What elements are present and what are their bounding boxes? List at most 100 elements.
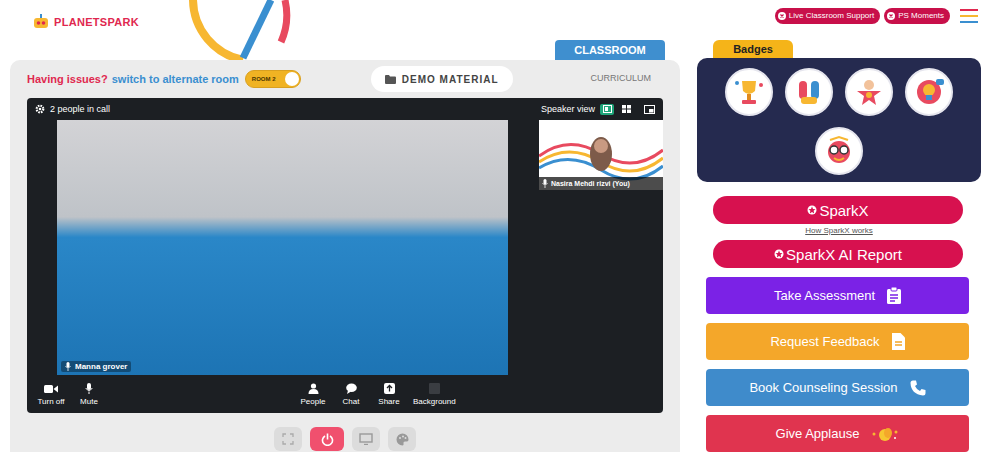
sparkx-label: SparkX AI Report — [786, 246, 902, 263]
close-circle-icon — [887, 12, 895, 20]
room-toggle[interactable]: ROOM 2 — [245, 70, 301, 88]
classroom-panel: Having issues?switch to alternate room RO… — [10, 60, 680, 452]
demo-material-label: DEMO MATERIAL — [402, 74, 499, 85]
call-action[interactable]: People — [299, 383, 327, 406]
action-label: People — [301, 397, 326, 406]
share-icon — [384, 383, 395, 394]
badges-panel — [697, 58, 981, 182]
sparkx-button[interactable]: SparkX AI Report — [713, 240, 963, 268]
monitor-icon — [359, 433, 373, 445]
top-actions: Live Classroom Support PS Moments — [775, 8, 978, 24]
room-control-button[interactable] — [388, 427, 416, 451]
toggle-label: ROOM 2 — [252, 76, 276, 82]
top-pill-button[interactable]: Live Classroom Support — [775, 8, 880, 24]
robot-icon — [32, 14, 50, 30]
room-control-button[interactable] — [352, 427, 380, 451]
chat-icon — [346, 383, 357, 394]
sparkx-help-link[interactable]: How SparkX works — [697, 226, 981, 236]
people-count: 2 people in call — [35, 104, 110, 114]
document-icon — [892, 333, 905, 350]
action-tile[interactable]: Give Applause — [706, 415, 969, 452]
top-pill-label: PS Moments — [898, 11, 944, 21]
sparkx-label: SparkX — [819, 202, 868, 219]
badge[interactable] — [725, 68, 773, 116]
action-label: Share — [378, 397, 399, 406]
spark-icon — [774, 249, 784, 259]
tab-row: CLASSROOM — [10, 40, 680, 60]
gear-icon[interactable] — [35, 104, 45, 114]
video-call: 2 people in call Speaker view Manna grover… — [27, 98, 663, 413]
media-controls: Turn off Mute — [37, 383, 103, 406]
self-participant-tag: Nasira Mehdi rizvi (You) — [539, 177, 663, 190]
media-control[interactable]: Mute — [75, 383, 103, 406]
top-pill-button[interactable]: PS Moments — [884, 8, 950, 24]
toggle-knob — [285, 72, 299, 86]
badge[interactable] — [845, 68, 893, 116]
power-icon — [321, 433, 334, 446]
room-control-button[interactable] — [274, 427, 302, 451]
action-tile[interactable]: Request Feedback — [706, 323, 969, 360]
action-label: Request Feedback — [770, 334, 879, 349]
geek-icon — [822, 134, 856, 168]
alternate-room-link[interactable]: switch to alternate room — [112, 73, 239, 85]
self-participant-name: Nasira Mehdi rizvi (You) — [551, 180, 630, 187]
view-mode-button[interactable] — [600, 104, 614, 115]
popout-icon[interactable] — [644, 105, 655, 114]
action-tile[interactable]: Book Counseling Session — [706, 369, 969, 406]
main-area: CLASSROOMHaving issues?switch to alterna… — [0, 40, 1000, 452]
action-tile[interactable]: Take Assessment — [706, 277, 969, 314]
menu-icon[interactable] — [960, 9, 978, 23]
media-control[interactable]: Turn off — [37, 384, 65, 406]
call-action[interactable]: Background — [413, 383, 456, 406]
call-action[interactable]: Share — [375, 383, 403, 406]
badge[interactable] — [785, 68, 833, 116]
decoration-icon — [185, 0, 295, 62]
control-label: Mute — [80, 397, 98, 406]
badges-title: Badges — [713, 40, 793, 58]
idea-icon — [912, 75, 946, 109]
classroom-page: PLANETSPARK Live Classroom Support PS Mome… — [0, 0, 1000, 452]
spark-icon — [807, 205, 817, 215]
camera-icon — [44, 384, 58, 394]
grid-view-icon — [622, 105, 631, 113]
sparkx-button[interactable]: SparkX — [713, 196, 963, 224]
control-label: Turn off — [37, 397, 64, 406]
badge[interactable] — [905, 68, 953, 116]
action-label: Chat — [343, 397, 360, 406]
teamwork-icon — [792, 75, 826, 109]
action-label: Background — [413, 397, 456, 406]
main-video: Manna grover — [57, 120, 508, 375]
view-label: Speaker view — [541, 104, 595, 114]
classroom-tab[interactable]: CLASSROOM — [555, 40, 665, 60]
badge[interactable] — [815, 127, 863, 175]
clipboard-icon — [887, 287, 901, 304]
call-body: Manna grover Nasira Mehdi rizvi (You) — [27, 120, 663, 375]
call-actions: People Chat Share Background — [299, 383, 456, 406]
mic-icon — [542, 179, 548, 188]
room-control-button[interactable] — [310, 427, 344, 451]
curriculum-tab[interactable]: CURRICULUM — [591, 73, 652, 83]
action-label: Give Applause — [776, 426, 860, 441]
fullscreen-icon — [282, 433, 294, 445]
people-icon — [308, 383, 319, 394]
microphone-icon — [85, 383, 93, 394]
mic-icon — [65, 362, 71, 371]
star-person-icon — [852, 75, 886, 109]
demo-material-button[interactable]: DEMO MATERIAL — [371, 66, 513, 92]
view-switcher: Speaker view — [541, 104, 655, 115]
logo-text: PLANETSPARK — [54, 16, 139, 28]
call-toolbar: Turn off Mute People Chat Share Background — [27, 375, 663, 413]
classroom-section: CLASSROOMHaving issues?switch to alterna… — [10, 40, 680, 452]
panel-top: Having issues?switch to alternate room RO… — [27, 60, 663, 98]
call-action[interactable]: Chat — [337, 383, 365, 406]
logo[interactable]: PLANETSPARK — [32, 14, 139, 30]
issue-text: Having issues?switch to alternate room — [27, 73, 239, 85]
folder-icon — [385, 75, 396, 84]
self-video: Nasira Mehdi rizvi (You) — [539, 120, 663, 190]
other-tabs: CURRICULUM — [591, 67, 652, 85]
call-header: 2 people in call Speaker view — [27, 98, 663, 120]
view-mode-button[interactable] — [619, 104, 633, 115]
main-participant-tag: Manna grover — [61, 361, 131, 372]
phone-icon — [910, 380, 926, 396]
trophy-icon — [732, 75, 766, 109]
